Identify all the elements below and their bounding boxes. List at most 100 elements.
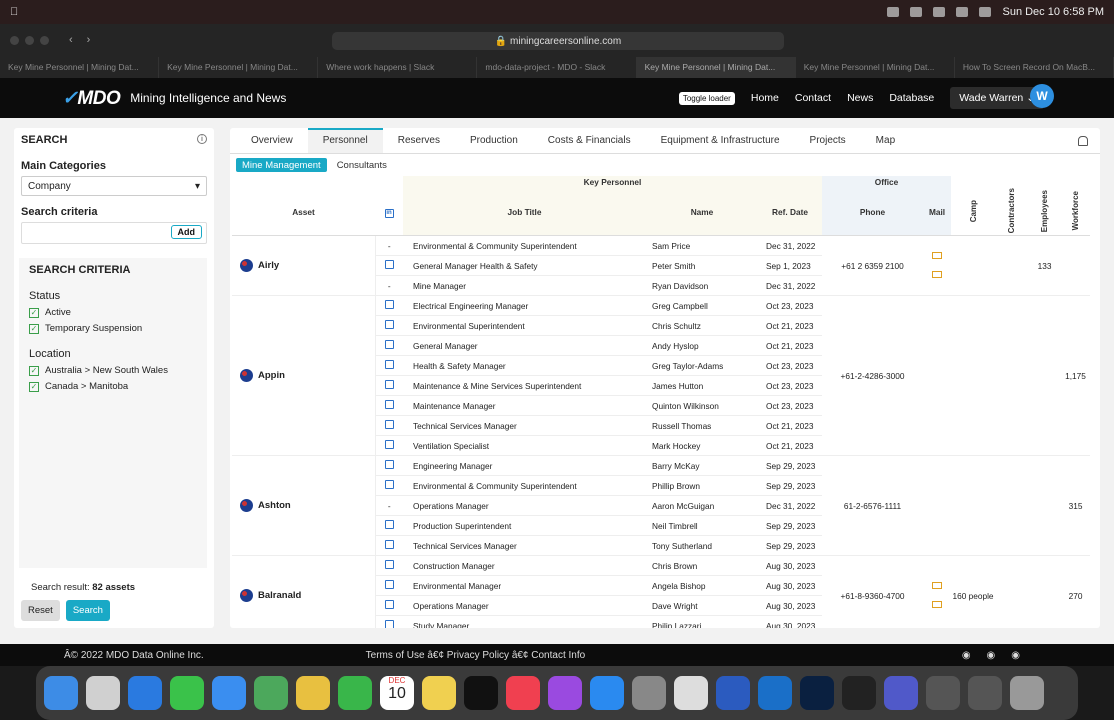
location-manitoba-checkbox[interactable]: ✓ Canada > Manitoba	[29, 381, 197, 392]
tab-production[interactable]: Production	[455, 128, 533, 153]
asset-cell[interactable]: Airly	[232, 235, 376, 297]
messages-icon[interactable]	[170, 676, 204, 710]
browser-tab[interactable]: How To Screen Record On MacB...	[955, 57, 1114, 78]
photos-icon[interactable]	[296, 676, 330, 710]
browser-tab[interactable]: Key Mine Personnel | Mining Dat...	[0, 57, 160, 78]
app-store-icon[interactable]	[590, 676, 624, 710]
location-nsw-checkbox[interactable]: ✓ Australia > New South Wales	[29, 365, 197, 376]
linkedin-icon[interactable]	[384, 260, 394, 270]
tab-map[interactable]: Map	[861, 128, 910, 153]
address-bar[interactable]: 🔒 miningcareersonline.com	[332, 32, 784, 50]
social-icons[interactable]: ◉◉◉	[962, 650, 1036, 661]
linkedin-icon[interactable]	[384, 520, 394, 530]
podcasts-icon[interactable]	[548, 676, 582, 710]
system-settings-icon[interactable]	[632, 676, 666, 710]
word-icon[interactable]	[716, 676, 750, 710]
linkedin-icon[interactable]	[384, 460, 394, 470]
browser-tab[interactable]: Key Mine Personnel | Mining Dat...	[796, 57, 955, 78]
toggle-loader-button[interactable]: Toggle loader	[678, 91, 735, 105]
mail-icon[interactable]	[932, 251, 942, 259]
info-icon[interactable]: i	[197, 134, 207, 144]
category-select[interactable]: Company ▾	[21, 176, 207, 196]
col-phone[interactable]: Phone	[822, 188, 923, 237]
linkedin-icon[interactable]	[384, 400, 394, 410]
subtab-mine-management[interactable]: Mine Management	[236, 158, 327, 172]
linkedin-icon[interactable]	[384, 360, 394, 370]
linkedin-icon[interactable]	[384, 620, 394, 628]
linkedin-cell[interactable]	[375, 515, 403, 537]
notes-icon[interactable]	[422, 676, 456, 710]
linkedin-cell[interactable]	[375, 575, 403, 597]
linkedin-cell[interactable]	[375, 415, 403, 437]
safari-icon[interactable]	[128, 676, 162, 710]
asset-name[interactable]: Balranald	[258, 590, 301, 601]
window-icon[interactable]	[926, 676, 960, 710]
music-icon[interactable]	[506, 676, 540, 710]
linkedin-cell[interactable]	[375, 355, 403, 377]
linkedin-icon[interactable]	[384, 600, 394, 610]
nav-home[interactable]: Home	[751, 92, 779, 104]
mail-cell[interactable]	[923, 235, 952, 297]
apple-icon[interactable]: 	[10, 6, 18, 18]
outlook-icon[interactable]	[758, 676, 792, 710]
linkedin-icon[interactable]	[384, 300, 394, 310]
linkedin-icon[interactable]	[384, 580, 394, 590]
asset-name[interactable]: Appin	[258, 370, 285, 381]
linkedin-icon[interactable]	[384, 420, 394, 430]
wifi-icon[interactable]	[956, 7, 969, 17]
reset-button[interactable]: Reset	[21, 600, 60, 621]
window-icon[interactable]	[968, 676, 1002, 710]
battery-icon[interactable]	[979, 7, 992, 17]
linkedin-icon[interactable]	[384, 440, 394, 450]
linkedin-cell[interactable]	[375, 555, 403, 577]
linkedin-cell[interactable]	[375, 335, 403, 357]
col-camp[interactable]: Camp	[969, 200, 978, 222]
col-mail[interactable]: Mail	[923, 188, 952, 237]
col-job-title[interactable]: Job Title	[403, 188, 646, 237]
figma-icon[interactable]	[842, 676, 876, 710]
linkedin-icon[interactable]	[384, 340, 394, 350]
add-button[interactable]: Add	[170, 225, 202, 239]
finder-icon[interactable]	[44, 676, 78, 710]
nav-contact[interactable]: Contact	[795, 92, 831, 104]
nav-database[interactable]: Database	[889, 92, 934, 104]
tab-reserves[interactable]: Reserves	[383, 128, 455, 153]
forward-icon[interactable]: ›	[87, 34, 91, 46]
photoshop-icon[interactable]	[800, 676, 834, 710]
asset-name[interactable]: Ashton	[258, 500, 291, 511]
browser-tab[interactable]: Key Mine Personnel | Mining Dat...	[636, 57, 796, 78]
linkedin-cell[interactable]	[375, 295, 403, 317]
linkedin-cell[interactable]	[375, 435, 403, 457]
mail-cell[interactable]	[923, 555, 952, 628]
maps-icon[interactable]	[254, 676, 288, 710]
mail-icon[interactable]	[932, 581, 942, 589]
col-ref-date[interactable]: Ref. Date	[758, 188, 822, 237]
status-icon[interactable]	[933, 7, 946, 17]
linkedin-cell[interactable]	[375, 475, 403, 497]
linkedin-icon[interactable]	[384, 540, 394, 550]
asset-cell[interactable]: Ashton	[232, 455, 376, 557]
tv-icon[interactable]	[464, 676, 498, 710]
linkedin-icon[interactable]	[384, 380, 394, 390]
linkedin-cell[interactable]	[375, 395, 403, 417]
col-name[interactable]: Name	[646, 188, 758, 237]
window-controls[interactable]	[10, 35, 49, 45]
mail-icon[interactable]	[212, 676, 246, 710]
asset-cell[interactable]: Appin	[232, 295, 376, 457]
linkedin-cell[interactable]	[375, 615, 403, 628]
trash-icon[interactable]	[1010, 676, 1044, 710]
search-button[interactable]: Search	[65, 600, 110, 621]
tab-personnel[interactable]: Personnel	[307, 128, 383, 153]
tab-costs-financials[interactable]: Costs & Financials	[533, 128, 646, 153]
mdo-logo[interactable]: ✓MDO	[62, 87, 121, 110]
tab-equipment-infrastructure[interactable]: Equipment & Infrastructure	[646, 128, 795, 153]
chrome-icon[interactable]	[674, 676, 708, 710]
col-employees[interactable]: Employees	[1040, 190, 1049, 232]
calendar-icon[interactable]: DEC 10	[380, 676, 414, 710]
linkedin-cell[interactable]	[375, 315, 403, 337]
avatar[interactable]: W	[1030, 84, 1054, 108]
tab-overview[interactable]: Overview	[236, 128, 308, 153]
tab-projects[interactable]: Projects	[795, 128, 861, 153]
linkedin-cell[interactable]	[375, 455, 403, 477]
asset-name[interactable]: Airly	[258, 260, 279, 271]
